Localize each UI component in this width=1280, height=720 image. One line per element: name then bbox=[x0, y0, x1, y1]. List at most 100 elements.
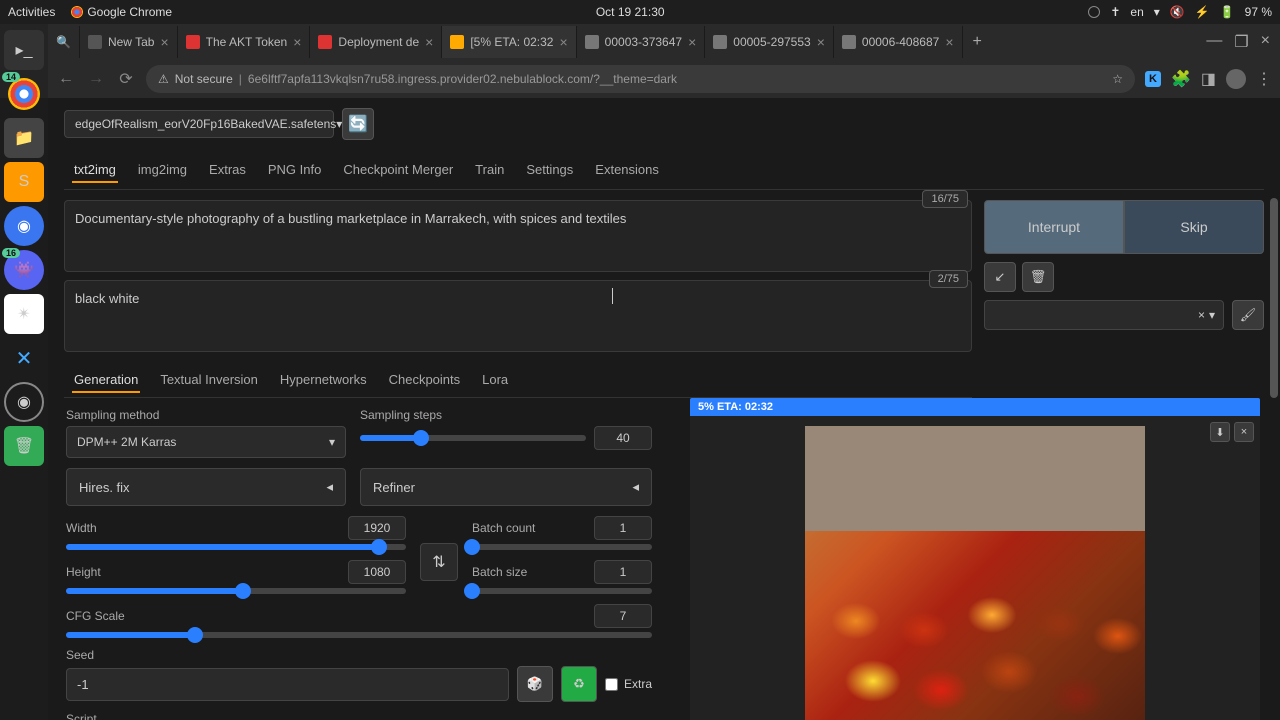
styles-select[interactable]: ×▾ bbox=[984, 300, 1224, 330]
close-window-icon[interactable]: × bbox=[1261, 32, 1270, 52]
subtab-lora[interactable]: Lora bbox=[480, 368, 510, 393]
height-slider[interactable] bbox=[66, 588, 406, 594]
width-slider[interactable] bbox=[66, 544, 406, 550]
download-icon[interactable]: ⬇ bbox=[1210, 422, 1230, 442]
dock-slack[interactable]: ✴ bbox=[4, 294, 44, 334]
activities-button[interactable]: Activities bbox=[8, 5, 55, 19]
batch-count-slider[interactable] bbox=[472, 544, 652, 550]
tab-extensions[interactable]: Extensions bbox=[593, 158, 661, 183]
dock-files[interactable]: 📁 bbox=[4, 118, 44, 158]
dock-app[interactable]: ✕ bbox=[4, 338, 44, 378]
system-bar: Activities Google Chrome Oct 19 21:30 ✝ … bbox=[0, 0, 1280, 24]
tab-checkpoint-merger[interactable]: Checkpoint Merger bbox=[341, 158, 455, 183]
browser-tab[interactable]: Deployment de× bbox=[310, 26, 442, 58]
dock-chrome[interactable]: 14 bbox=[4, 74, 44, 114]
browser-tab[interactable]: 00006-408687× bbox=[834, 26, 963, 58]
dock-signal[interactable]: ◉ bbox=[4, 206, 44, 246]
subtab-textual-inversion[interactable]: Textual Inversion bbox=[158, 368, 260, 393]
wifi-icon[interactable]: ▾ bbox=[1154, 5, 1160, 19]
lang-indicator[interactable]: en bbox=[1130, 5, 1143, 19]
tab-search[interactable]: 🔍 bbox=[48, 26, 80, 58]
forward-icon[interactable]: → bbox=[86, 70, 106, 88]
clock[interactable]: Oct 19 21:30 bbox=[172, 5, 1088, 19]
apply-styles-button[interactable]: 🖌 bbox=[1232, 300, 1264, 330]
output-image[interactable] bbox=[805, 426, 1145, 720]
width-value[interactable] bbox=[348, 516, 406, 540]
height-value[interactable] bbox=[348, 560, 406, 584]
sampling-steps-slider[interactable] bbox=[360, 435, 586, 441]
random-seed-button[interactable]: 🎲 bbox=[517, 666, 553, 702]
dock-terminal[interactable]: ▸_ bbox=[4, 30, 44, 70]
close-preview-icon[interactable]: × bbox=[1234, 422, 1254, 442]
address-bar[interactable]: ⚠ Not secure | 6e6lftf7apfa113vkqlsn7ru5… bbox=[146, 65, 1135, 93]
minimize-icon[interactable]: — bbox=[1206, 32, 1222, 52]
new-tab-button[interactable]: + bbox=[963, 33, 992, 51]
menu-icon[interactable]: ⋮ bbox=[1256, 69, 1272, 89]
checkpoint-select[interactable]: edgeOfRealism_eorV20Fp16BakedVAE.safeten… bbox=[64, 110, 334, 138]
scrollbar[interactable] bbox=[1270, 198, 1278, 398]
refresh-checkpoint-button[interactable]: 🔄 bbox=[342, 108, 374, 140]
dock-trash[interactable]: 🗑 bbox=[4, 426, 44, 466]
dock: ▸_ 14 📁 S ◉ 👾16 ✴ ✕ ◉ 🗑 bbox=[0, 24, 48, 720]
interrupt-button[interactable]: Interrupt bbox=[984, 200, 1124, 254]
clear-icon[interactable]: × bbox=[1198, 308, 1205, 322]
progress-bar: 5% ETA: 02:32 bbox=[690, 398, 1260, 416]
dock-obs[interactable]: ◉ bbox=[4, 382, 44, 422]
browser-tab[interactable]: The AKT Token× bbox=[178, 26, 311, 58]
app-name: Google Chrome bbox=[87, 5, 172, 19]
subtab-hypernetworks[interactable]: Hypernetworks bbox=[278, 368, 369, 393]
sampling-method-select[interactable]: DPM++ 2M Karras▾ bbox=[66, 426, 346, 458]
indicator-icon[interactable] bbox=[1088, 6, 1100, 18]
reload-icon[interactable]: ⟳ bbox=[116, 69, 136, 89]
power-icon[interactable]: ⚡ bbox=[1195, 5, 1210, 19]
hiresfix-collapse[interactable]: Hires. fix◂ bbox=[66, 468, 346, 506]
close-icon[interactable]: × bbox=[817, 34, 825, 50]
tab-settings[interactable]: Settings bbox=[524, 158, 575, 183]
refiner-collapse[interactable]: Refiner◂ bbox=[360, 468, 652, 506]
accessibility-icon[interactable]: ✝ bbox=[1110, 5, 1120, 19]
tab-train[interactable]: Train bbox=[473, 158, 506, 183]
sampling-steps-value[interactable] bbox=[594, 426, 652, 450]
tab-img2img[interactable]: img2img bbox=[136, 158, 189, 183]
battery-icon[interactable]: 🔋 bbox=[1220, 5, 1235, 19]
cfg-value[interactable] bbox=[594, 604, 652, 628]
paste-button[interactable]: ↙ bbox=[984, 262, 1016, 292]
cfg-slider[interactable] bbox=[66, 632, 652, 638]
profile-icon[interactable] bbox=[1226, 69, 1246, 89]
dock-discord[interactable]: 👾16 bbox=[4, 250, 44, 290]
tab-extras[interactable]: Extras bbox=[207, 158, 248, 183]
close-icon[interactable]: × bbox=[559, 34, 567, 50]
dock-editor[interactable]: S bbox=[4, 162, 44, 202]
restore-icon[interactable]: ❐ bbox=[1234, 32, 1248, 52]
extra-checkbox[interactable]: Extra bbox=[605, 677, 652, 691]
volume-icon[interactable]: 🔇 bbox=[1170, 5, 1185, 19]
star-icon[interactable]: ☆ bbox=[1112, 72, 1123, 86]
tab-txt2img[interactable]: txt2img bbox=[72, 158, 118, 183]
clear-button[interactable]: 🗑 bbox=[1022, 262, 1054, 292]
sidepanel-icon[interactable]: ◨ bbox=[1201, 69, 1216, 89]
tab-pnginfo[interactable]: PNG Info bbox=[266, 158, 323, 183]
skip-button[interactable]: Skip bbox=[1124, 200, 1264, 254]
back-icon[interactable]: ← bbox=[56, 70, 76, 88]
batch-size-slider[interactable] bbox=[472, 588, 652, 594]
close-icon[interactable]: × bbox=[160, 34, 168, 50]
negative-prompt-input[interactable]: black white bbox=[64, 280, 972, 352]
extension-icon[interactable]: K bbox=[1145, 71, 1161, 87]
subtab-generation[interactable]: Generation bbox=[72, 368, 140, 393]
batch-count-value[interactable] bbox=[594, 516, 652, 540]
prompt-input[interactable]: Documentary-style photography of a bustl… bbox=[64, 200, 972, 272]
close-icon[interactable]: × bbox=[945, 34, 953, 50]
reuse-seed-button[interactable]: ♻ bbox=[561, 666, 597, 702]
extensions-icon[interactable]: 🧩 bbox=[1171, 69, 1191, 89]
close-icon[interactable]: × bbox=[425, 34, 433, 50]
browser-tab[interactable]: New Tab× bbox=[80, 26, 178, 58]
batch-size-value[interactable] bbox=[594, 560, 652, 584]
browser-tab[interactable]: 00005-297553× bbox=[705, 26, 834, 58]
subtab-checkpoints[interactable]: Checkpoints bbox=[387, 368, 463, 393]
browser-tab[interactable]: 00003-373647× bbox=[577, 26, 706, 58]
seed-input[interactable] bbox=[66, 668, 509, 701]
close-icon[interactable]: × bbox=[293, 34, 301, 50]
close-icon[interactable]: × bbox=[688, 34, 696, 50]
browser-tab[interactable]: [5% ETA: 02:32× bbox=[442, 26, 576, 58]
swap-dimensions-button[interactable]: ⇅ bbox=[420, 543, 458, 581]
